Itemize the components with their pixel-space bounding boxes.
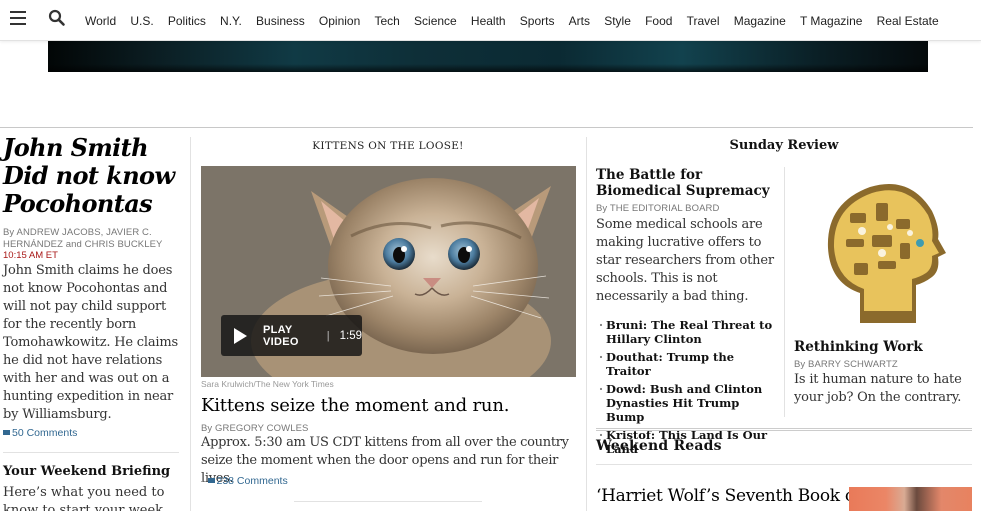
column-divider [784,167,785,417]
banner-image[interactable] [48,41,928,72]
lead-comments-link[interactable]: 50 Comments [3,427,77,439]
lead-summary: John Smith claims he does not know Pocoh… [3,263,178,422]
sunday-review-headline[interactable]: The Battle for Biomedical Supremacy [596,167,771,199]
feature-byline: By GREGORY COWLES [201,423,309,434]
section-divider [596,428,972,431]
sunday-review-heading[interactable]: Sunday Review [596,138,972,153]
nav-item-magazine[interactable]: Magazine [734,14,786,28]
nav-item-sports[interactable]: Sports [520,14,555,28]
play-video-button[interactable]: PLAY VIDEO | 1:59 [221,315,362,356]
weekend-reads-heading[interactable]: Weekend Reads [596,438,722,454]
feature-comments-label: 238 Comments [216,475,288,487]
top-navigation: World U.S. Politics N.Y. Business Opinio… [0,0,981,41]
lead-timestamp: 10:15 AM ET [3,250,58,261]
rethinking-work-summary: Is it human nature to hate your job? On … [794,372,962,405]
sunday-review-summary: Some medical schools are making lucrativ… [596,217,774,304]
lead-headline[interactable]: John Smith Did not know Pocohontas [3,134,183,218]
nav-item-ny[interactable]: N.Y. [220,14,242,28]
weekend-reads-headline[interactable]: ‘Harriet Wolf’s Seventh Book of [596,486,861,506]
play-icon [234,327,247,344]
play-separator: | [326,329,330,342]
lead-byline: By ANDREW JACOBS, JAVIER C. HERNÁNDEZ an… [3,227,163,250]
nav-item-world[interactable]: World [85,14,116,28]
video-duration: 1:59 [339,329,362,342]
sunday-review-byline: By THE EDITORIAL BOARD [596,203,720,214]
nav-item-us[interactable]: U.S. [130,14,153,28]
nav-item-t-magazine[interactable]: T Magazine [800,14,862,28]
briefing-summary: Here’s what you need to know to start yo… [3,485,168,511]
search-icon[interactable] [48,9,66,27]
weekend-reads-thumbnail[interactable] [849,487,972,511]
opinion-link-douthat[interactable]: Douthat: Trump the Traitor [598,350,780,378]
hamburger-menu-icon[interactable] [10,11,26,25]
column-divider [190,137,191,511]
rethinking-work-byline: By BARRY SCHWARTZ [794,359,898,370]
section-divider [0,127,973,128]
opinion-link-dowd[interactable]: Dowd: Bush and Clinton Dynasties Hit Tru… [598,382,780,424]
lead-comments-label: 50 Comments [12,427,78,439]
nav-item-politics[interactable]: Politics [168,14,206,28]
section-divider [596,464,972,465]
comment-icon [3,430,10,435]
head-illustration[interactable] [820,173,948,323]
opinion-link-bruni[interactable]: Bruni: The Real Threat to Hillary Clinto… [598,318,780,346]
rethinking-work-headline[interactable]: Rethinking Work [794,339,923,355]
photo-credit: Sara Krulwich/The New York Times [201,379,334,389]
section-nav: World U.S. Politics N.Y. Business Opinio… [85,0,953,41]
nav-item-food[interactable]: Food [645,14,672,28]
story-divider [3,452,179,453]
briefing-headline[interactable]: Your Weekend Briefing [3,464,170,479]
feature-video[interactable]: PLAY VIDEO | 1:59 [201,166,576,377]
comment-icon [207,478,215,483]
story-divider [294,501,482,502]
nav-item-travel[interactable]: Travel [687,14,720,28]
play-video-label: PLAY VIDEO [263,323,299,348]
nav-item-style[interactable]: Style [604,14,631,28]
list-bullet: · [201,475,205,487]
feature-comments-link[interactable]: · 238 Comments [201,475,288,487]
nav-item-opinion[interactable]: Opinion [319,14,360,28]
nav-item-health[interactable]: Health [471,14,506,28]
feature-headline[interactable]: Kittens seize the moment and run. [201,395,509,416]
feature-kicker: KITTENS ON THE LOOSE! [312,140,464,152]
nav-item-real-estate[interactable]: Real Estate [877,14,939,28]
nav-item-business[interactable]: Business [256,14,305,28]
nav-item-arts[interactable]: Arts [569,14,590,28]
nav-item-tech[interactable]: Tech [374,14,399,28]
nav-item-science[interactable]: Science [414,14,457,28]
column-divider [586,137,587,511]
